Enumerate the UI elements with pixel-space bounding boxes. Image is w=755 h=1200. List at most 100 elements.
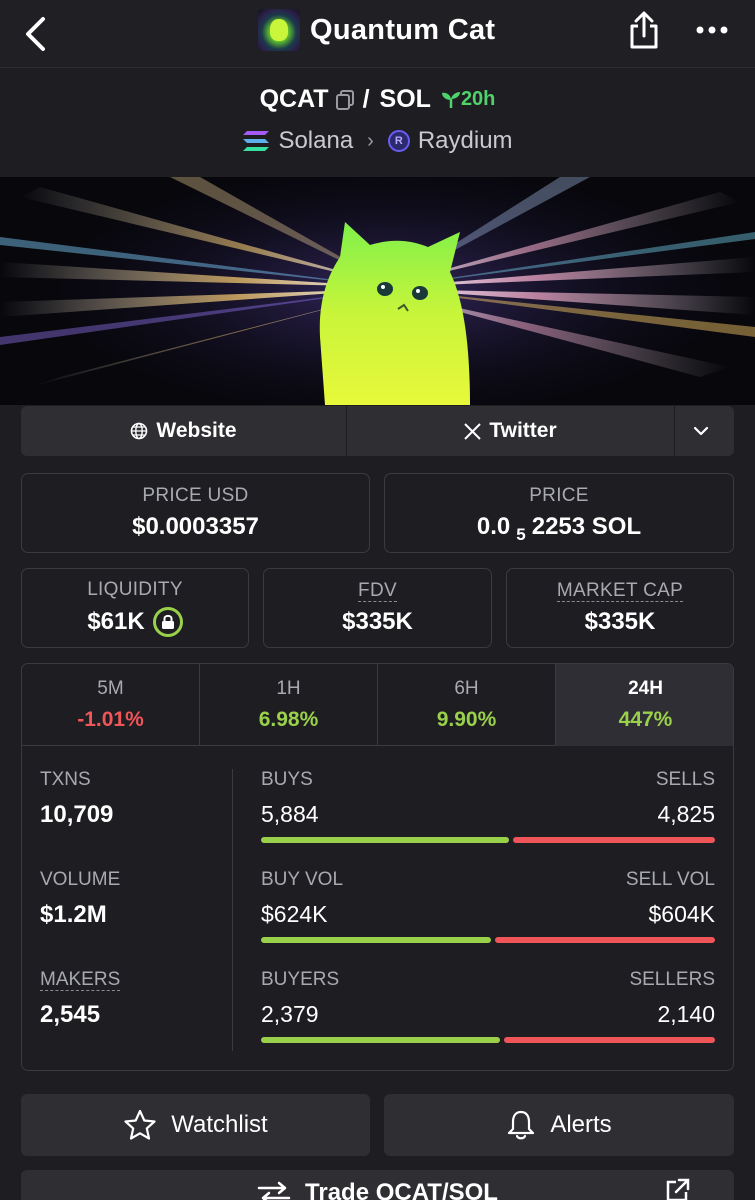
lock-icon bbox=[161, 614, 174, 629]
trade-label: Trade QCAT/SOL bbox=[305, 1179, 498, 1200]
buy-vol-label: BUY VOL bbox=[261, 869, 344, 890]
tab-24h-label: 24H bbox=[628, 678, 663, 699]
buyers-bar bbox=[261, 1037, 500, 1043]
buy-vol-value: $624K bbox=[261, 901, 328, 927]
txns-stat: TXNS 10,709 bbox=[40, 769, 230, 869]
twitter-button[interactable]: Twitter bbox=[347, 406, 675, 456]
copy-address-button[interactable] bbox=[335, 89, 355, 111]
stats-totals: TXNS 10,709 VOLUME $1.2M MAKERS 2,545 bbox=[40, 769, 230, 1069]
bell-icon bbox=[508, 1110, 535, 1140]
copy-icon bbox=[335, 89, 354, 110]
chevron-left-icon bbox=[26, 17, 45, 51]
makers-label[interactable]: MAKERS bbox=[40, 969, 121, 991]
txns-value: 10,709 bbox=[40, 801, 114, 828]
globe-icon bbox=[131, 422, 148, 440]
buys-value: 5,884 bbox=[261, 801, 319, 827]
buys-sells-row: BUYS SELLS 5,884 4,825 bbox=[261, 769, 715, 869]
volume-value: $1.2M bbox=[40, 901, 107, 928]
sells-bar bbox=[512, 837, 715, 843]
twitter-label: Twitter bbox=[489, 419, 557, 442]
sell-vol-label: SELL VOL bbox=[625, 869, 715, 890]
volume-split-row: BUY VOL SELL VOL $624K $604K bbox=[261, 869, 715, 969]
makers-stat: MAKERS 2,545 bbox=[40, 969, 230, 1069]
liquidity-value-row: $61K bbox=[87, 607, 183, 637]
solana-icon bbox=[243, 131, 270, 151]
raydium-icon: R bbox=[387, 130, 410, 152]
tab-5m-change: -1.01% bbox=[77, 708, 144, 731]
makers-label-wrap: MAKERS bbox=[40, 969, 230, 991]
sellers-value: 2,140 bbox=[657, 1001, 715, 1027]
sell-vol-bar bbox=[494, 937, 715, 943]
sells-label: SELLS bbox=[655, 769, 715, 790]
token-banner-image bbox=[0, 177, 755, 405]
price-native-digits: 2253 SOL bbox=[531, 513, 642, 540]
more-links-button[interactable] bbox=[675, 406, 734, 456]
pair-info: QCAT / SOL 20h Solana › R Raydium bbox=[0, 69, 755, 177]
liquidity-card: LIQUIDITY $61K bbox=[21, 568, 249, 648]
share-button[interactable] bbox=[622, 8, 666, 52]
volume-stat: VOLUME $1.2M bbox=[40, 869, 230, 969]
pair-age-badge: 20h bbox=[441, 88, 495, 111]
tab-6h-label: 6H bbox=[454, 678, 479, 699]
buys-bar bbox=[261, 837, 509, 843]
market-cap-card: MARKET CAP $335K bbox=[506, 568, 734, 648]
star-icon bbox=[124, 1109, 156, 1140]
share-icon bbox=[630, 11, 658, 49]
market-cap-label-wrap: MARKET CAP bbox=[556, 580, 684, 602]
tab-5m-label: 5M bbox=[97, 678, 124, 699]
fdv-label[interactable]: FDV bbox=[358, 580, 397, 602]
market-cap-label[interactable]: MARKET CAP bbox=[556, 580, 684, 602]
pair-age: 20h bbox=[460, 88, 496, 110]
price-native-card: PRICE 0.0 5 2253 SOL bbox=[384, 473, 734, 553]
tab-5m[interactable]: 5M -1.01% bbox=[22, 664, 200, 746]
price-native-value: 0.0 5 2253 SOL bbox=[477, 513, 642, 544]
tab-1h[interactable]: 1H 6.98% bbox=[200, 664, 378, 746]
price-native-zero-count: 5 bbox=[516, 525, 526, 544]
dex-name[interactable]: Raydium bbox=[418, 127, 513, 155]
txns-label: TXNS bbox=[40, 769, 91, 790]
watchlist-label: Watchlist bbox=[171, 1111, 268, 1138]
swap-arrows-icon bbox=[257, 1181, 291, 1200]
buy-vol-bar bbox=[261, 937, 491, 943]
pair-separator: / bbox=[362, 85, 370, 113]
price-native-label: PRICE bbox=[529, 485, 589, 506]
pair-line: QCAT / SOL 20h bbox=[0, 85, 755, 114]
liquidity-lock-button[interactable] bbox=[152, 607, 183, 637]
liquidity-value: $61K bbox=[87, 608, 145, 635]
tab-24h-change: 447% bbox=[618, 708, 673, 731]
website-button[interactable]: Website bbox=[21, 406, 347, 456]
watchlist-button[interactable]: Watchlist bbox=[21, 1094, 370, 1156]
back-button[interactable] bbox=[14, 12, 58, 56]
tab-6h[interactable]: 6H 9.90% bbox=[378, 664, 556, 746]
price-usd-card: PRICE USD $0.0003357 bbox=[21, 473, 370, 553]
trade-button[interactable]: Trade QCAT/SOL bbox=[21, 1170, 734, 1200]
chain-name[interactable]: Solana bbox=[278, 127, 353, 155]
page-title: Quantum Cat bbox=[310, 13, 496, 46]
sellers-bar bbox=[503, 1037, 715, 1043]
base-symbol: QCAT bbox=[259, 85, 329, 113]
chevron-down-icon bbox=[693, 426, 708, 436]
price-usd-value: $0.0003357 bbox=[132, 513, 259, 540]
buyers-value: 2,379 bbox=[261, 1001, 319, 1027]
sells-value: 4,825 bbox=[657, 801, 715, 827]
sprout-icon bbox=[441, 91, 460, 108]
timeframe-tabs: 5M -1.01% 1H 6.98% 6H 9.90% 24H 447% bbox=[22, 664, 733, 746]
fdv-value: $335K bbox=[342, 608, 413, 635]
volume-label: VOLUME bbox=[40, 869, 121, 890]
social-links: Website Twitter bbox=[21, 406, 734, 456]
quote-symbol: SOL bbox=[379, 85, 431, 113]
chain-breadcrumb: Solana › R Raydium bbox=[0, 127, 755, 155]
website-label: Website bbox=[156, 419, 237, 442]
sell-vol-value: $604K bbox=[648, 901, 715, 927]
tab-24h[interactable]: 24H 447% bbox=[556, 664, 733, 746]
more-options-button[interactable] bbox=[690, 8, 734, 52]
buyers-sellers-row: BUYERS SELLERS 2,379 2,140 bbox=[261, 969, 715, 1069]
buys-label: BUYS bbox=[261, 769, 313, 790]
fdv-label-wrap: FDV bbox=[358, 580, 397, 602]
market-cap-value: $335K bbox=[584, 608, 656, 635]
price-usd-label: PRICE USD bbox=[142, 485, 249, 506]
x-logo-icon bbox=[464, 422, 482, 440]
alerts-button[interactable]: Alerts bbox=[384, 1094, 734, 1156]
alerts-label: Alerts bbox=[550, 1111, 612, 1138]
fdv-card: FDV $335K bbox=[263, 568, 492, 648]
